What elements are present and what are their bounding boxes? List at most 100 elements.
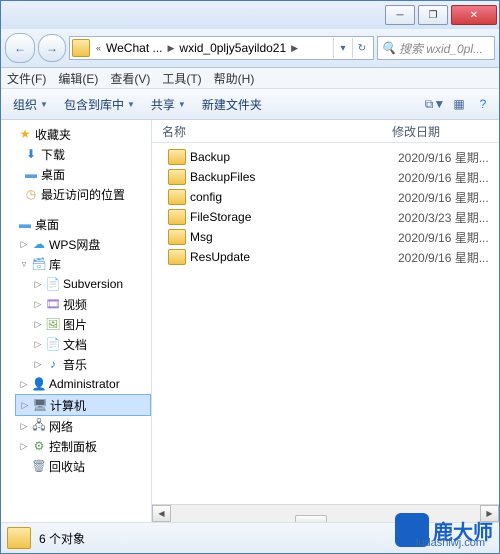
share-button[interactable]: 共享▼ — [145, 93, 192, 116]
file-list[interactable]: Backup 2020/9/16 星期...BackupFiles2020/9/1… — [152, 143, 499, 504]
desktop-icon: ▬ — [17, 216, 33, 232]
file-row[interactable]: Backup 2020/9/16 星期... — [152, 147, 499, 167]
file-row[interactable]: BackupFiles2020/9/16 星期... — [152, 167, 499, 187]
tree-documents[interactable]: ▷📄文档 — [29, 334, 151, 354]
minimize-button[interactable]: ─ — [385, 5, 415, 25]
tree-desktop-root[interactable]: ▬桌面 — [1, 214, 151, 234]
breadcrumb-seg[interactable]: wxid_0pljy5ayildo21 — [177, 41, 288, 55]
chevron-down-icon: ▼ — [178, 100, 186, 109]
navigation-tree[interactable]: ★收藏夹 ⬇下载 ▬桌面 ◷最近访问的位置 ▬桌面 ▷☁WPS网盘 ▿🗃库 ▷📄… — [1, 120, 152, 522]
file-date: 2020/9/16 星期... — [398, 149, 499, 166]
tree-favorites[interactable]: ★收藏夹 — [1, 124, 151, 144]
file-name: Backup — [190, 150, 230, 164]
tree-recent[interactable]: ◷最近访问的位置 — [19, 184, 151, 204]
menu-tools[interactable]: 工具(T) — [162, 70, 201, 87]
tree-pictures[interactable]: ▷🖼图片 — [29, 314, 151, 334]
file-row[interactable]: config2020/9/16 星期... — [152, 187, 499, 207]
tree-videos[interactable]: ▷🎞视频 — [29, 294, 151, 314]
status-bar: 6 个对象 — [1, 522, 499, 553]
chevron-down-icon: ▼ — [433, 97, 445, 111]
tree-libraries[interactable]: ▿🗃库 — [15, 254, 151, 274]
recyclebin-icon: 🗑 — [31, 458, 47, 474]
dropdown-button[interactable]: ▾ — [333, 38, 352, 58]
folder-icon — [168, 249, 186, 265]
expand-icon[interactable]: ▷ — [19, 441, 29, 451]
address-bar[interactable]: « WeChat ... ▶ wxid_0pljy5ayildo21 ▶ ▾ ↻ — [69, 36, 374, 60]
back-button[interactable]: ← — [5, 33, 35, 63]
column-modified[interactable]: 修改日期 — [392, 123, 499, 140]
collapse-icon[interactable]: ▿ — [19, 259, 29, 269]
menu-bar: 文件(F) 编辑(E) 查看(V) 工具(T) 帮助(H) — [1, 68, 499, 89]
scroll-left-button[interactable]: ◀ — [152, 505, 171, 522]
tree-wps[interactable]: ▷☁WPS网盘 — [15, 234, 151, 254]
organize-button[interactable]: 组织▼ — [7, 93, 54, 116]
forward-button[interactable]: → — [38, 34, 66, 62]
file-name: Msg — [190, 230, 213, 244]
collapse-icon — [5, 129, 15, 139]
help-button[interactable]: ? — [473, 94, 493, 114]
maximize-button[interactable]: ❐ — [418, 5, 448, 25]
body: ★收藏夹 ⬇下载 ▬桌面 ◷最近访问的位置 ▬桌面 ▷☁WPS网盘 ▿🗃库 ▷📄… — [1, 120, 499, 522]
file-pane: 名称 修改日期 Backup2020/9/16 星期...BackupFiles… — [152, 120, 499, 522]
expand-icon — [19, 461, 29, 471]
column-header[interactable]: 名称 修改日期 — [152, 120, 499, 143]
include-in-library-button[interactable]: 包含到库中▼ — [58, 93, 141, 116]
folder-icon — [168, 169, 186, 185]
star-icon: ★ — [17, 126, 33, 142]
folder-icon — [168, 189, 186, 205]
expand-icon[interactable]: ▷ — [19, 239, 29, 249]
tree-desktop[interactable]: ▬桌面 — [19, 164, 151, 184]
menu-file[interactable]: 文件(F) — [7, 70, 46, 87]
music-icon: ♪ — [45, 356, 61, 372]
tree-network[interactable]: ▷🖧网络 — [15, 416, 151, 436]
tree-music[interactable]: ▷♪音乐 — [29, 354, 151, 374]
menu-view[interactable]: 查看(V) — [110, 70, 150, 87]
tree-computer[interactable]: ▷🖥计算机 — [15, 394, 151, 416]
menu-help[interactable]: 帮助(H) — [214, 70, 255, 87]
column-name[interactable]: 名称 — [152, 123, 392, 140]
preview-pane-button[interactable]: ▦ — [449, 94, 469, 114]
search-input[interactable]: 🔍 搜索 wxid_0pl... — [377, 36, 495, 60]
tree-controlpanel[interactable]: ▷⚙控制面板 — [15, 436, 151, 456]
folder-icon — [72, 39, 90, 57]
scroll-right-button[interactable]: ▶ — [480, 505, 499, 522]
file-name: BackupFiles — [190, 170, 255, 184]
tree-downloads[interactable]: ⬇下载 — [19, 144, 151, 164]
user-icon: 👤 — [31, 376, 47, 392]
chevron-right-icon: ▶ — [164, 43, 177, 54]
navigation-bar: ← → « WeChat ... ▶ wxid_0pljy5ayildo21 ▶… — [1, 29, 499, 68]
tree-recyclebin[interactable]: 🗑回收站 — [15, 456, 151, 476]
file-row[interactable]: FileStorage2020/3/23 星期... — [152, 207, 499, 227]
forward-icon: → — [46, 41, 58, 55]
expand-icon[interactable]: ▷ — [33, 299, 43, 309]
folder-icon — [7, 527, 31, 549]
file-name: ResUpdate — [190, 250, 250, 264]
download-icon: ⬇ — [23, 146, 39, 162]
breadcrumb-seg[interactable]: WeChat ... — [104, 41, 164, 55]
file-row[interactable]: Msg2020/9/16 星期... — [152, 227, 499, 247]
menu-edit[interactable]: 编辑(E) — [58, 70, 98, 87]
status-count: 6 个对象 — [39, 530, 85, 547]
chevron-right-icon: ▶ — [288, 43, 301, 54]
new-folder-button[interactable]: 新建文件夹 — [196, 93, 268, 116]
scroll-thumb[interactable] — [295, 515, 327, 523]
view-options-button[interactable]: ⧉▼ — [425, 94, 445, 114]
tree-subversion[interactable]: ▷📄Subversion — [29, 274, 151, 294]
expand-icon[interactable]: ▷ — [33, 319, 43, 329]
folder-icon — [168, 149, 186, 165]
expand-icon[interactable]: ▷ — [20, 400, 30, 410]
refresh-button[interactable]: ↻ — [352, 38, 371, 58]
horizontal-scrollbar[interactable]: ◀ ▶ — [152, 504, 499, 522]
expand-icon[interactable]: ▷ — [33, 279, 43, 289]
file-date: 2020/3/23 星期... — [398, 209, 499, 226]
file-row[interactable]: ResUpdate2020/9/16 星期... — [152, 247, 499, 267]
expand-icon[interactable]: ▷ — [33, 359, 43, 369]
expand-icon[interactable]: ▷ — [19, 421, 29, 431]
expand-icon[interactable]: ▷ — [19, 379, 29, 389]
close-button[interactable]: ✕ — [451, 5, 497, 25]
tree-administrator[interactable]: ▷👤Administrator — [15, 374, 151, 394]
chevron-down-icon: ▼ — [127, 100, 135, 109]
expand-icon[interactable]: ▷ — [33, 339, 43, 349]
folder-icon — [168, 229, 186, 245]
toolbar: 组织▼ 包含到库中▼ 共享▼ 新建文件夹 ⧉▼ ▦ ? — [1, 89, 499, 120]
